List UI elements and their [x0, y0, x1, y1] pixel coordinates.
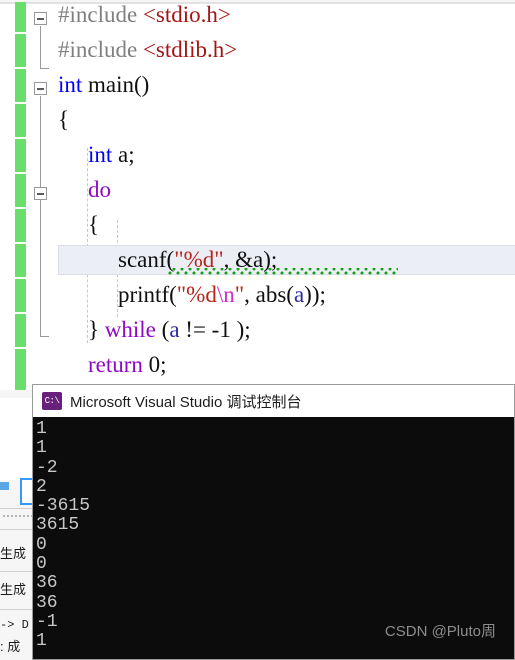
code-line-10: return 0; [88, 353, 167, 376]
code-token: a [169, 317, 180, 342]
code-line-8: printf("%d\n", abs(a)); [118, 283, 326, 306]
code-token: " [234, 282, 245, 307]
code-token: int [58, 72, 83, 97]
change-tracking-bar [15, 2, 26, 390]
debug-console-window[interactable]: C:\ Microsoft Visual Studio 调试控制台 1 1 -2 2-… [32, 384, 515, 660]
code-line-9: } while (a != -1 ); [88, 318, 251, 341]
console-line-6: 0 [36, 534, 47, 555]
console-title-text: Microsoft Visual Studio 调试控制台 [70, 393, 302, 411]
collapse-box-do[interactable] [34, 187, 47, 200]
code-line-1: #include <stdlib.h> [58, 38, 237, 61]
outline-end-include [40, 68, 49, 69]
left-panel-white-area [0, 398, 34, 480]
code-token: int [88, 142, 113, 167]
code-token: { [58, 107, 70, 132]
left-divider-1 [0, 508, 34, 509]
code-token: , abs( [244, 282, 294, 307]
console-line-1: 1 [36, 438, 47, 459]
change-bar-gap-2 [15, 67, 26, 69]
code-line-4: int a; [88, 143, 135, 166]
left-blue-chip[interactable] [0, 482, 9, 490]
change-bar-gap-9 [15, 312, 26, 314]
output-fragment-2: -> D [0, 618, 29, 632]
change-bar-gap-6 [15, 207, 26, 209]
code-line-6: { [88, 213, 99, 236]
code-token: a [293, 282, 305, 307]
code-token: return [88, 352, 143, 377]
code-token: 0; [142, 352, 167, 377]
collapse-box-include[interactable] [34, 12, 47, 25]
change-bar-gap-5 [15, 172, 26, 174]
code-line-3: { [58, 108, 69, 131]
change-bar-gap-10 [15, 347, 26, 349]
output-fragment-1: 生成 [0, 582, 27, 597]
outline-end-main [40, 336, 49, 337]
console-line-7: 0 [36, 554, 47, 575]
code-editor[interactable]: #include <stdio.h> #include <stdlib.h> int… [0, 2, 515, 390]
console-line-9: 36 [36, 592, 58, 613]
code-token: } [88, 317, 105, 342]
console-line-5: 3615 [36, 515, 80, 536]
csdn-watermark: CSDN @Pluto周 [384, 623, 496, 640]
code-token: printf( [118, 282, 177, 307]
outlining-column[interactable] [30, 2, 56, 390]
code-token: ( [155, 317, 170, 342]
code-line-2: int main() [58, 73, 149, 96]
outline-line-main [40, 96, 41, 336]
outline-line-include [40, 26, 41, 68]
code-token: main() [82, 72, 150, 97]
change-bar-gap-3 [15, 102, 26, 104]
console-line-2: -2 [36, 457, 58, 478]
code-line-0: #include <stdio.h> [58, 3, 231, 26]
collapse-box-main[interactable] [34, 82, 47, 95]
code-token: != -1 ); [179, 317, 251, 342]
code-token: <stdio.h> [142, 2, 231, 27]
output-fragment-0: 生成 [0, 546, 27, 561]
left-divider-2 [0, 529, 34, 530]
code-token: do [88, 177, 111, 202]
screenshot-root: 生成 生成 -> D : 成 #include <stdio.h> #inclu… [0, 0, 515, 660]
code-token: #include [58, 37, 143, 62]
change-bar-gap-7 [15, 242, 26, 244]
code-token: scanf( [118, 247, 175, 272]
console-app-icon: C:\ [42, 392, 62, 410]
change-bar-gap-4 [15, 137, 26, 139]
console-line-0: 1 [36, 419, 47, 439]
console-icon-label: C:\ [44, 395, 60, 406]
code-token: )); [304, 282, 326, 307]
change-bar-gap-1 [15, 32, 26, 34]
left-divider-4 [0, 609, 34, 610]
error-squiggle [168, 268, 398, 275]
code-line-5: do [88, 178, 111, 201]
code-token: #include [58, 2, 143, 27]
code-token: a; [112, 142, 135, 167]
console-line-4: -3615 [36, 496, 91, 517]
console-line-3: 2 [36, 476, 47, 497]
output-fragment-3: : 成 [0, 639, 21, 654]
change-bar-gap-8 [15, 277, 26, 279]
console-line-8: 36 [36, 573, 58, 594]
code-token: "%d [176, 282, 217, 307]
left-dotted-row [2, 514, 32, 519]
code-token: \n [216, 282, 235, 307]
code-token: { [88, 212, 100, 237]
code-token: <stdlib.h> [142, 37, 238, 62]
left-divider-3 [0, 571, 34, 572]
console-title-bar[interactable]: C:\ Microsoft Visual Studio 调试控制台 [33, 385, 514, 417]
code-token: while [104, 317, 156, 342]
